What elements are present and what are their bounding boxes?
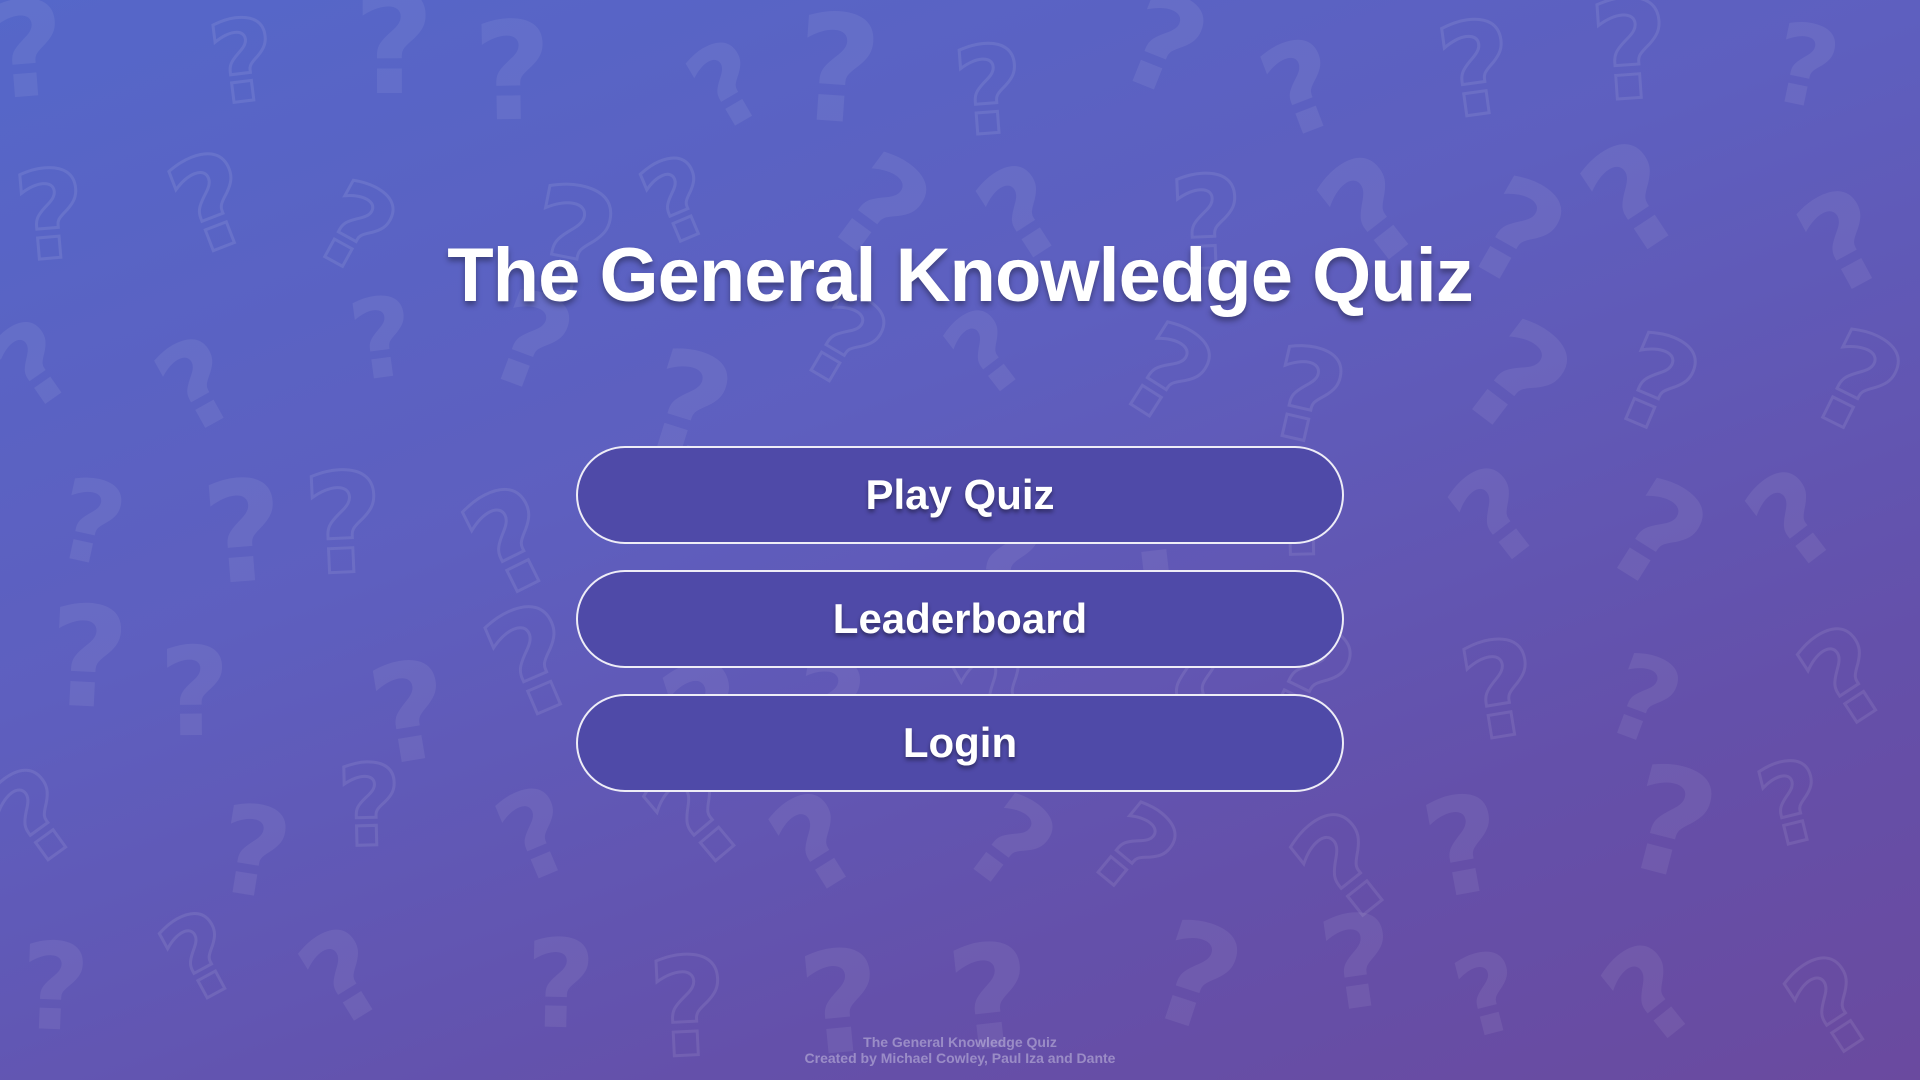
question-mark-icon: ? [201, 0, 285, 133]
question-mark-icon: ? [523, 913, 598, 1057]
question-mark-icon: ? [207, 776, 301, 930]
question-mark-icon: ? [1449, 607, 1552, 773]
question-mark-icon: ? [1607, 730, 1733, 918]
question-mark-icon: ? [440, 453, 584, 633]
leaderboard-button[interactable]: Leaderboard [576, 570, 1344, 668]
question-mark-icon: ? [334, 740, 405, 875]
main-menu: Play Quiz Leaderboard Login [576, 446, 1344, 792]
question-mark-icon: ? [1593, 301, 1721, 468]
login-button[interactable]: Login [576, 694, 1344, 792]
question-mark-icon: ? [1262, 777, 1430, 958]
question-mark-icon: ? [44, 451, 137, 595]
question-mark-icon: ? [1720, 438, 1868, 601]
question-mark-icon: ? [1095, 291, 1240, 458]
footer-credits: Created by Michael Cowley, Paul Iza and … [804, 1050, 1116, 1066]
question-mark-icon: ? [666, 13, 789, 159]
question-mark-icon: ? [17, 917, 92, 1059]
question-mark-icon: ? [276, 897, 413, 1058]
question-mark-icon: ? [939, 765, 1081, 922]
question-mark-icon: ? [947, 17, 1031, 166]
question-mark-icon: ? [1788, 296, 1920, 470]
question-mark-icon: ? [1310, 884, 1405, 1043]
question-mark-icon: ? [1773, 594, 1919, 761]
question-mark-icon: ? [1423, 435, 1571, 597]
question-mark-icon: ? [1760, 0, 1850, 138]
question-mark-icon: ? [471, 0, 553, 153]
question-mark-icon: ? [1584, 0, 1677, 135]
question-mark-icon: ? [1243, 9, 1362, 170]
question-mark-icon: ? [1411, 763, 1517, 932]
question-mark-icon: ? [1064, 776, 1205, 926]
question-mark-icon: ? [352, 0, 435, 127]
question-mark-icon: ? [134, 309, 262, 464]
question-mark-icon: ? [1579, 446, 1735, 627]
question-mark-icon: ? [477, 758, 595, 913]
question-mark-icon: ? [358, 629, 462, 797]
question-mark-icon: ? [1427, 0, 1524, 151]
footer: The General Knowledge Quiz Created by Mi… [0, 1034, 1920, 1066]
question-mark-icon: ? [157, 621, 231, 766]
question-mark-icon: ? [1100, 0, 1229, 131]
question-mark-icon: ? [1589, 626, 1699, 776]
question-mark-icon: ? [1744, 733, 1840, 876]
question-mark-icon: ? [139, 882, 263, 1032]
question-mark-icon: ? [196, 448, 291, 618]
play-quiz-button[interactable]: Play Quiz [576, 446, 1344, 544]
footer-title: The General Knowledge Quiz [863, 1034, 1057, 1050]
page-title: The General Knowledge Quiz [447, 233, 1474, 318]
question-mark-icon: ? [44, 574, 133, 741]
question-mark-icon: ? [299, 440, 389, 607]
question-mark-icon: ? [0, 738, 108, 899]
question-mark-icon: ? [789, 0, 887, 159]
question-mark-icon: ? [0, 0, 72, 131]
